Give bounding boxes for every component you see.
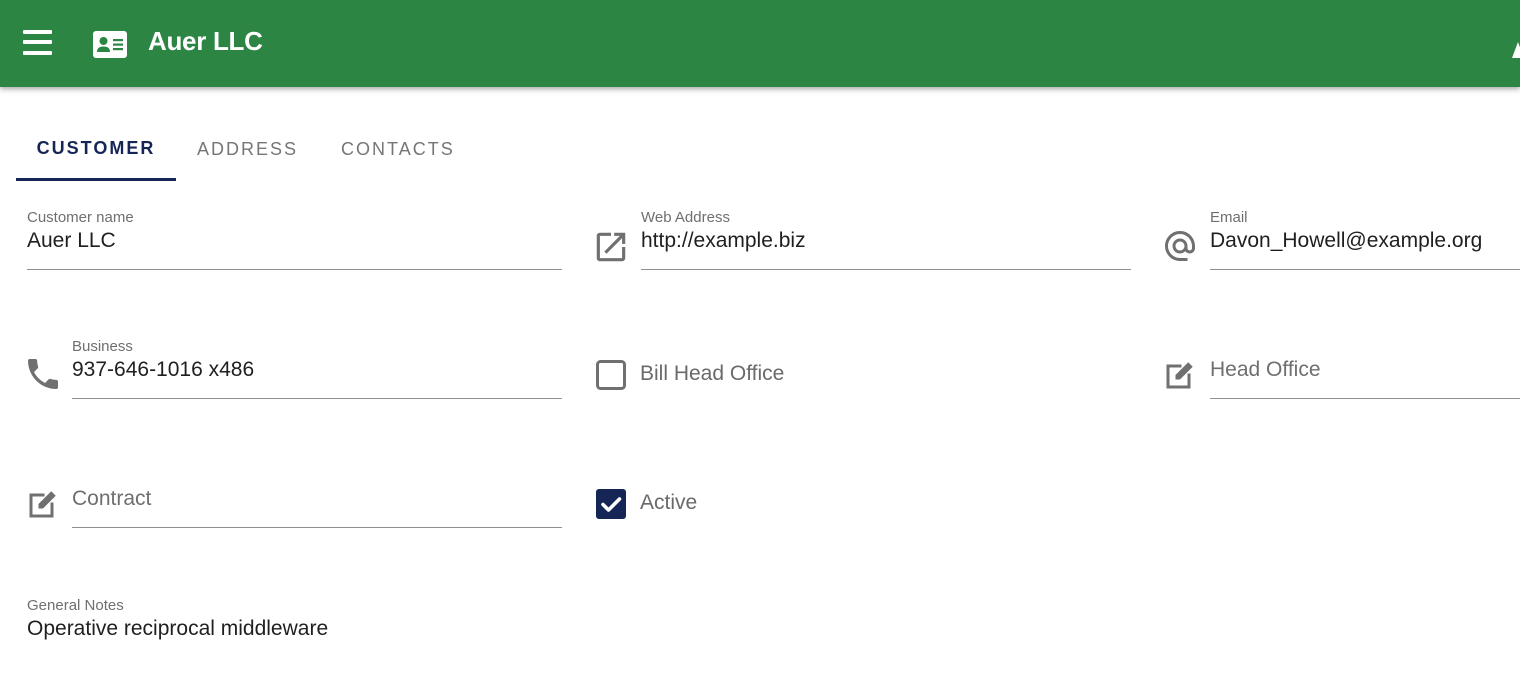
business-phone-underline: [72, 398, 562, 399]
head-office-input[interactable]: Head Office: [1210, 358, 1321, 382]
customer-name-field[interactable]: Customer name Auer LLC: [27, 209, 562, 271]
edit-icon: [29, 491, 56, 518]
general-notes-field[interactable]: General Notes Operative reciprocal middl…: [27, 597, 1127, 657]
email-field[interactable]: Email Davon_Howell@example.org: [1210, 209, 1520, 271]
contract-field[interactable]: Contract: [72, 467, 562, 529]
phone-icon: [28, 359, 58, 389]
bill-head-office-checkbox[interactable]: [596, 360, 626, 390]
tab-bar: CUSTOMER ADDRESS CONTACTS: [16, 118, 477, 182]
account-icon[interactable]: [1508, 38, 1520, 58]
tab-customer[interactable]: CUSTOMER: [16, 118, 176, 181]
hamburger-menu-icon[interactable]: [23, 29, 53, 57]
web-address-input[interactable]: http://example.biz: [641, 229, 806, 253]
bill-head-office-label[interactable]: Bill Head Office: [640, 362, 784, 386]
general-notes-label: General Notes: [27, 597, 124, 614]
active-label[interactable]: Active: [640, 491, 697, 515]
contract-underline: [72, 527, 562, 528]
at-sign-icon: [1165, 231, 1195, 261]
tab-contacts[interactable]: CONTACTS: [319, 118, 477, 180]
contact-card-icon: [93, 31, 127, 58]
email-input[interactable]: Davon_Howell@example.org: [1210, 229, 1482, 253]
business-phone-label: Business: [72, 338, 133, 355]
edit-icon: [1166, 362, 1193, 389]
customer-name-input[interactable]: Auer LLC: [27, 229, 116, 253]
tab-address[interactable]: ADDRESS: [176, 118, 319, 180]
web-address-label: Web Address: [641, 209, 730, 226]
web-address-field[interactable]: Web Address http://example.biz: [641, 209, 1131, 271]
business-phone-field[interactable]: Business 937-646-1016 x486: [72, 338, 562, 400]
customer-name-underline: [27, 269, 562, 270]
general-notes-input[interactable]: Operative reciprocal middleware: [27, 617, 328, 641]
app-bar: Auer LLC: [0, 0, 1520, 87]
customer-name-label: Customer name: [27, 209, 134, 226]
contract-input[interactable]: Contract: [72, 487, 151, 511]
active-checkbox[interactable]: [596, 489, 626, 519]
head-office-underline: [1210, 398, 1520, 399]
app-title: Auer LLC: [148, 26, 263, 56]
email-underline: [1210, 269, 1520, 270]
web-address-underline: [641, 269, 1131, 270]
open-in-new-icon[interactable]: [592, 228, 630, 266]
email-label: Email: [1210, 209, 1248, 226]
head-office-field[interactable]: Head Office: [1210, 338, 1520, 400]
business-phone-input[interactable]: 937-646-1016 x486: [72, 358, 254, 382]
